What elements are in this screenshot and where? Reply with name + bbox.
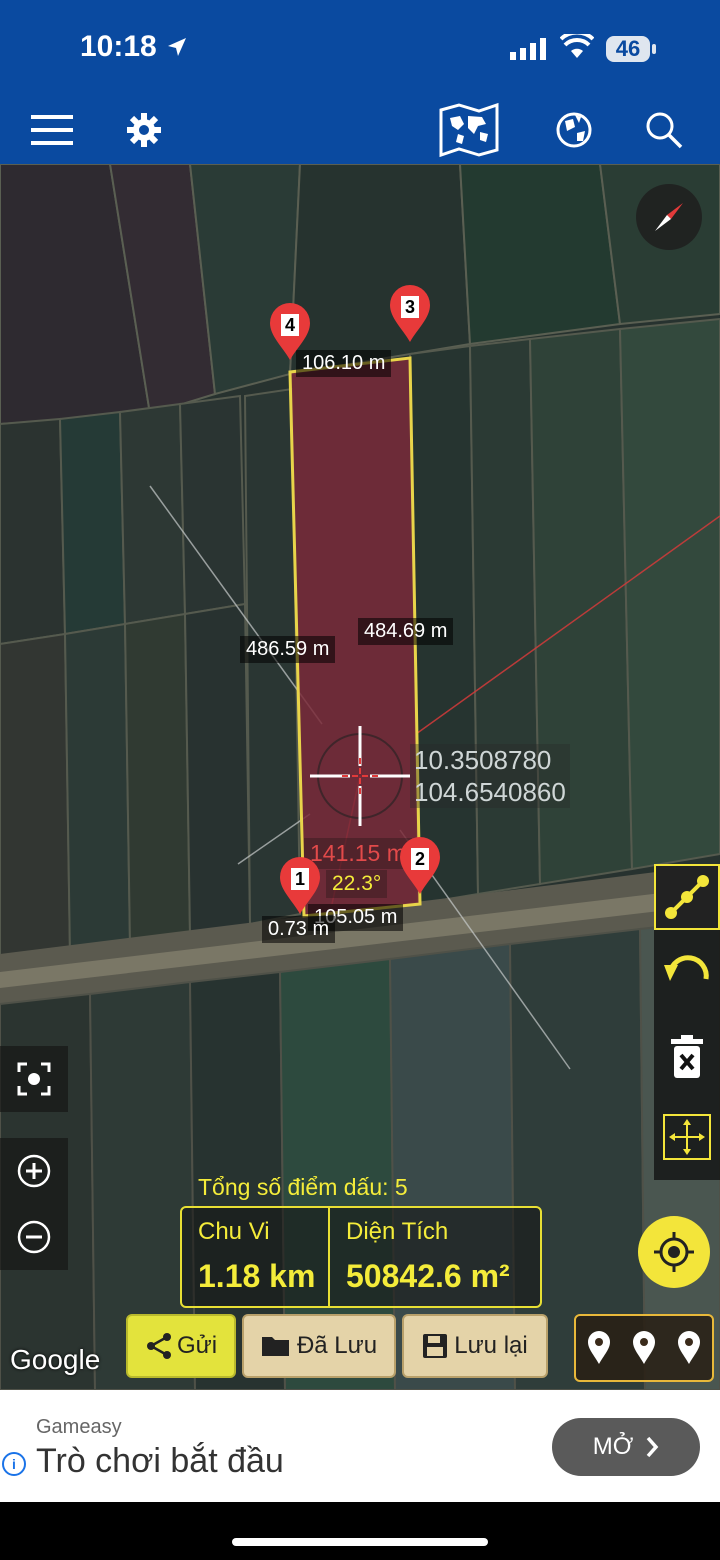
save-button[interactable]: Lưu lại [402,1314,548,1378]
send-button[interactable]: Gửi [126,1314,236,1378]
distance-label-left: 486.59 m [240,636,336,663]
google-attribution: Google [10,1344,101,1375]
chevron-right-icon [646,1436,659,1458]
ad-open-label: MỞ [592,1433,634,1460]
undo-icon [664,955,709,981]
draw-path-button[interactable] [654,864,720,930]
ad-title: Trò chơi bắt đầu [36,1442,284,1480]
share-icon [146,1333,171,1359]
map-layers-button[interactable] [436,100,502,160]
latitude-value: 10.3508780 [414,745,552,775]
my-location-button[interactable] [638,1216,710,1288]
distance-label-right: 484.69 m [358,618,454,645]
gps-target-icon [654,1232,694,1272]
ad-banner[interactable]: i Gameasy Trò chơi bắt đầu MỞ [0,1390,720,1502]
signal-icon [510,38,546,60]
zoom-in-icon[interactable] [16,1153,52,1189]
marker-number: 3 [401,296,419,318]
folder-icon [261,1337,289,1356]
marker-count-text: Tổng số điểm dấu: 5 [198,1174,408,1200]
marker-2[interactable]: 2 [398,836,442,896]
perimeter-value: 1.18 km [198,1258,316,1294]
measurement-panel: Chu Vi 1.18 km Diện Tích 50842.6 m² [180,1206,542,1308]
wifi-icon [560,34,594,58]
undo-button[interactable] [654,940,720,1006]
marker-number: 2 [411,848,429,870]
status-bar: 10:18 46 [0,0,720,100]
zoom-controls [0,1138,68,1270]
perimeter-label: Chu Vi [198,1218,270,1245]
marker-4[interactable]: 4 [268,302,312,362]
coordinate-readout: 10.3508780 104.6540860 [410,744,570,808]
map-pin-icon [632,1331,655,1364]
fit-screen-button[interactable] [0,1046,68,1112]
marker-1[interactable]: 1 [278,856,322,916]
trash-icon [671,1035,703,1078]
menu-button[interactable] [22,100,82,160]
right-tool-panel [654,864,720,1180]
ad-brand: Gameasy [36,1416,122,1438]
fit-extent-button[interactable] [654,1104,720,1170]
polyline-icon [665,875,709,919]
location-arrow-icon [168,38,186,56]
marker-number: 1 [291,868,309,890]
home-indicator[interactable] [232,1538,488,1546]
ad-info-icon[interactable]: i [2,1452,26,1476]
search-button[interactable] [634,100,694,160]
map-pin-icon [587,1331,610,1364]
globe-icon [556,112,592,148]
cursor-angle-label: 22.3° [326,870,388,898]
marker-3[interactable]: 3 [388,284,432,344]
delete-button[interactable] [654,1024,720,1090]
compass-icon [655,203,683,231]
longitude-value: 104.6540860 [414,777,566,807]
status-time: 10:18 [80,30,157,63]
search-icon [646,112,683,149]
compass-button[interactable] [636,184,702,250]
globe-button[interactable] [544,100,604,160]
panel-divider [328,1208,330,1306]
focus-frame-icon [17,1062,51,1096]
map-view[interactable]: 106.10 m 486.59 m 484.69 m 105.05 m 0.73… [0,164,720,1390]
save-button-label: Lưu lại [454,1332,528,1359]
gear-icon [127,113,161,147]
world-map-icon [439,102,499,158]
app-toolbar [0,100,720,164]
settings-button[interactable] [114,100,174,160]
battery-indicator: 46 [606,36,656,62]
ad-open-button[interactable]: MỞ [552,1418,700,1476]
floppy-disk-icon [423,1334,448,1358]
menu-icon [31,115,73,145]
map-pin-icon [678,1331,701,1364]
area-value: 50842.6 m² [346,1258,510,1294]
markers-list-button[interactable] [574,1314,714,1382]
home-indicator-area [0,1502,720,1560]
area-label: Diện Tích [346,1218,449,1245]
saved-button[interactable]: Đã Lưu [242,1314,396,1378]
marker-number: 4 [281,314,299,336]
send-button-label: Gửi [176,1332,218,1359]
distance-label-point1: 0.73 m [262,916,336,943]
zoom-out-icon[interactable] [16,1219,52,1255]
expand-icon [663,1114,711,1160]
saved-button-label: Đã Lưu [296,1332,378,1359]
